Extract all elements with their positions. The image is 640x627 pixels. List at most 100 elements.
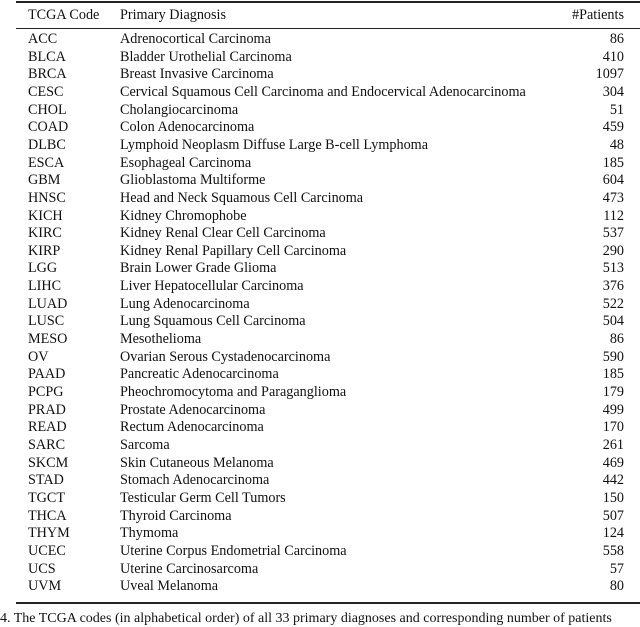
header-primary-diagnosis: Primary Diagnosis <box>120 7 227 23</box>
cell-patients: 185 <box>602 366 624 383</box>
table-row: TGCT Testicular Germ Cell Tumors 150 <box>0 489 640 507</box>
cell-tcga-code: UCEC <box>28 542 66 559</box>
cell-primary-diagnosis: Testicular Germ Cell Tumors <box>120 489 286 506</box>
cell-tcga-code: THYM <box>28 525 70 542</box>
cell-primary-diagnosis: Ovarian Serous Cystadenocarcinoma <box>120 348 331 365</box>
cell-tcga-code: LUAD <box>28 295 68 312</box>
table-row: SARC Sarcoma 261 <box>0 436 640 454</box>
cell-tcga-code: THCA <box>28 507 67 524</box>
cell-primary-diagnosis: Liver Hepatocellular Carcinoma <box>120 278 304 295</box>
cell-patients: 473 <box>602 189 624 206</box>
table-row: UCEC Uterine Corpus Endometrial Carcinoma… <box>0 542 640 560</box>
cell-primary-diagnosis: Lung Squamous Cell Carcinoma <box>120 313 306 330</box>
cell-patients: 57 <box>609 560 624 577</box>
cell-tcga-code: HNSC <box>28 189 66 206</box>
table-row: LGG Brain Lower Grade Glioma 513 <box>0 259 640 277</box>
table-row: READ Rectum Adenocarcinoma 170 <box>0 418 640 436</box>
cell-primary-diagnosis: Uveal Melanoma <box>120 578 219 595</box>
cell-patients: 499 <box>602 401 624 418</box>
cell-tcga-code: BLCA <box>28 48 66 65</box>
table-row: OV Ovarian Serous Cystadenocarcinoma 590 <box>0 348 640 366</box>
cell-tcga-code: KICH <box>28 207 63 224</box>
cell-tcga-code: UCS <box>28 560 56 577</box>
cell-tcga-code: CHOL <box>28 101 67 118</box>
table-row: KIRC Kidney Renal Clear Cell Carcinoma 537 <box>0 224 640 242</box>
cell-patients: 51 <box>609 101 624 118</box>
cell-primary-diagnosis: Lung Adenocarcinoma <box>120 295 250 312</box>
cell-patients: 604 <box>602 172 624 189</box>
cell-patients: 80 <box>609 578 624 595</box>
cell-tcga-code: MESO <box>28 331 68 348</box>
cell-primary-diagnosis: Kidney Renal Clear Cell Carcinoma <box>120 225 326 242</box>
cell-tcga-code: PAAD <box>28 366 66 383</box>
cell-patients: 290 <box>602 242 624 259</box>
table-row: PAAD Pancreatic Adenocarcinoma 185 <box>0 365 640 383</box>
table-row: CHOL Cholangiocarcinoma 51 <box>0 101 640 119</box>
table-row: BRCA Breast Invasive Carcinoma 1097 <box>0 65 640 83</box>
cell-primary-diagnosis: Kidney Chromophobe <box>120 207 247 224</box>
table-row: THYM Thymoma 124 <box>0 524 640 542</box>
table-row: PCPG Pheochromocytoma and Paraganglioma 17… <box>0 383 640 401</box>
cell-primary-diagnosis: Head and Neck Squamous Cell Carcinoma <box>120 189 364 206</box>
cell-tcga-code: PRAD <box>28 401 66 418</box>
cell-patients: 150 <box>602 489 624 506</box>
table-header-rule <box>16 28 640 29</box>
cell-primary-diagnosis: Kidney Renal Papillary Cell Carcinoma <box>120 242 347 259</box>
cell-patients: 185 <box>602 154 624 171</box>
table-caption: 4. The TCGA codes (in alphabetical order… <box>0 611 612 626</box>
cell-primary-diagnosis: Thymoma <box>120 525 179 542</box>
table-row: KIRP Kidney Renal Papillary Cell Carcinom… <box>0 242 640 260</box>
cell-primary-diagnosis: Adrenocortical Carcinoma <box>120 31 271 47</box>
cell-patients: 522 <box>602 295 624 312</box>
cell-primary-diagnosis: Bladder Urothelial Carcinoma <box>120 48 292 65</box>
cell-tcga-code: COAD <box>28 119 69 136</box>
cell-primary-diagnosis: Sarcoma <box>120 436 170 453</box>
cell-primary-diagnosis: Uterine Carcinosarcoma <box>120 560 259 577</box>
table-row: LUSC Lung Squamous Cell Carcinoma 504 <box>0 312 640 330</box>
table-row: PRAD Prostate Adenocarcinoma 499 <box>0 401 640 419</box>
cell-patients: 442 <box>602 472 624 489</box>
cell-tcga-code: STAD <box>28 472 64 489</box>
table-row: ACC Adrenocortical Carcinoma 86 <box>0 30 640 48</box>
cell-patients: 513 <box>602 260 624 277</box>
cell-patients: 170 <box>602 419 624 436</box>
cell-primary-diagnosis: Stomach Adenocarcinoma <box>120 472 270 489</box>
cell-patients: 504 <box>602 313 624 330</box>
cell-patients: 124 <box>602 525 624 542</box>
cell-primary-diagnosis: Esophageal Carcinoma <box>120 154 252 171</box>
cell-patients: 537 <box>602 225 624 242</box>
cell-patients: 179 <box>602 384 624 400</box>
table-row: COAD Colon Adenocarcinoma 459 <box>0 118 640 136</box>
cell-patients: 469 <box>602 454 624 471</box>
table-row: MESO Mesothelioma 86 <box>0 330 640 348</box>
cell-tcga-code: PCPG <box>28 384 64 400</box>
cell-primary-diagnosis: Uterine Corpus Endometrial Carcinoma <box>120 542 347 559</box>
cell-patients: 459 <box>602 119 624 136</box>
table-row: LUAD Lung Adenocarcinoma 522 <box>0 295 640 313</box>
table-row: THCA Thyroid Carcinoma 507 <box>0 507 640 525</box>
cell-tcga-code: TGCT <box>28 489 66 506</box>
cell-patients: 112 <box>603 207 624 224</box>
header-patients: #Patients <box>571 7 624 23</box>
table-row: ESCA Esophageal Carcinoma 185 <box>0 154 640 172</box>
table-row: CESC Cervical Squamous Cell Carcinoma and… <box>0 83 640 101</box>
table-row: HNSC Head and Neck Squamous Cell Carcinom… <box>0 189 640 207</box>
cell-primary-diagnosis: Colon Adenocarcinoma <box>120 119 255 136</box>
cell-patients: 410 <box>602 48 624 65</box>
cell-tcga-code: ACC <box>28 31 58 47</box>
cell-patients: 376 <box>602 278 624 295</box>
cell-patients: 590 <box>602 348 624 365</box>
cell-tcga-code: SKCM <box>28 454 69 471</box>
cell-primary-diagnosis: Lymphoid Neoplasm Diffuse Large B-cell L… <box>120 136 428 153</box>
cell-primary-diagnosis: Thyroid Carcinoma <box>120 507 232 524</box>
cell-tcga-code: KIRP <box>28 242 61 259</box>
cell-tcga-code: UVM <box>28 578 62 595</box>
cell-primary-diagnosis: Cervical Squamous Cell Carcinoma and End… <box>120 83 526 100</box>
cell-tcga-code: LUSC <box>28 313 65 330</box>
cell-primary-diagnosis: Cholangiocarcinoma <box>120 101 239 118</box>
cell-primary-diagnosis: Glioblastoma Multiforme <box>120 172 266 189</box>
table-row: GBM Glioblastoma Multiforme 604 <box>0 171 640 189</box>
table-row: KICH Kidney Chromophobe 112 <box>0 207 640 225</box>
table-row: BLCA Bladder Urothelial Carcinoma 410 <box>0 48 640 66</box>
cell-primary-diagnosis: Skin Cutaneous Melanoma <box>120 454 274 471</box>
